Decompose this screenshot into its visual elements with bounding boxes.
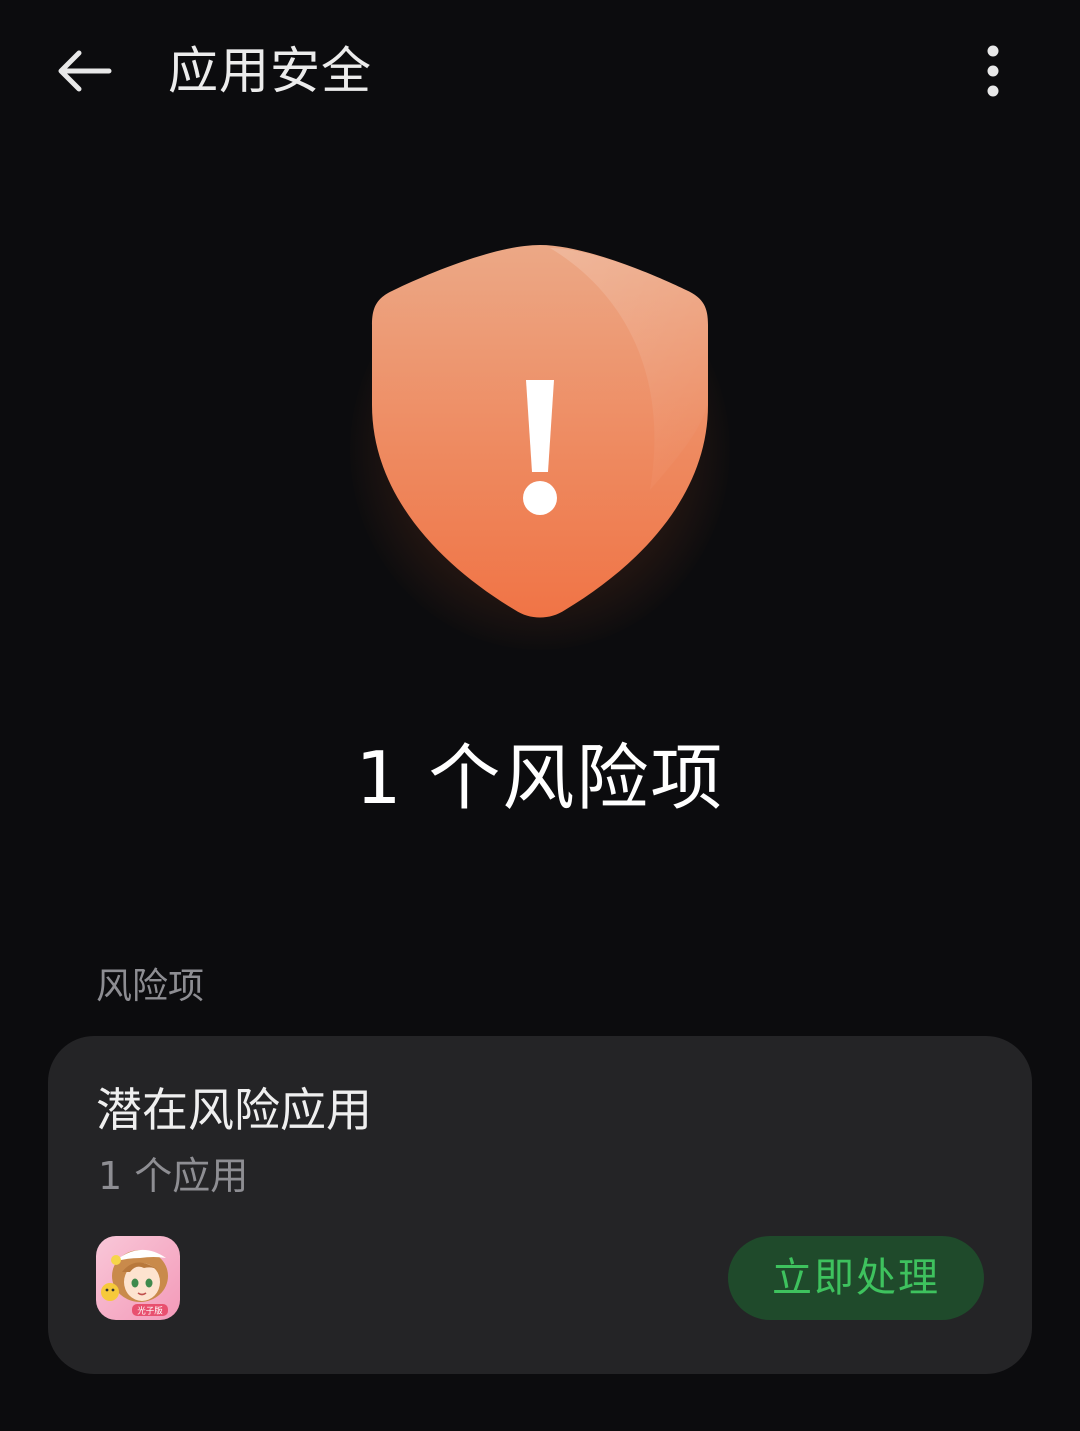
anime-app-icon: 光子版 <box>96 1236 180 1320</box>
handle-now-button[interactable]: 立即处理 <box>728 1236 984 1320</box>
app-icon-badge: 光子版 <box>137 1306 163 1317</box>
back-button[interactable] <box>44 36 124 106</box>
risk-count-heading: 1 个风险项 <box>355 736 725 820</box>
page-title: 应用安全 <box>168 42 372 100</box>
more-vertical-icon <box>987 45 999 97</box>
risk-item-title: 潜在风险应用 <box>96 1083 372 1137</box>
app-security-screen: 应用安全 1 个风险项 风险项 潜在风险应用 1 个应用 光子版 立即处理 <box>0 0 1080 1431</box>
arrow-left-icon <box>58 50 112 92</box>
more-options-button[interactable] <box>958 36 1028 106</box>
risk-item-subtitle: 1 个应用 <box>98 1154 249 1198</box>
risk-item-card[interactable]: 潜在风险应用 1 个应用 光子版 立即处理 <box>48 1036 1032 1374</box>
section-label-risks: 风险项 <box>96 966 205 1007</box>
app-icon[interactable]: 光子版 <box>96 1236 180 1320</box>
security-status-graphic <box>290 190 790 690</box>
shield-warning-icon <box>372 245 708 618</box>
